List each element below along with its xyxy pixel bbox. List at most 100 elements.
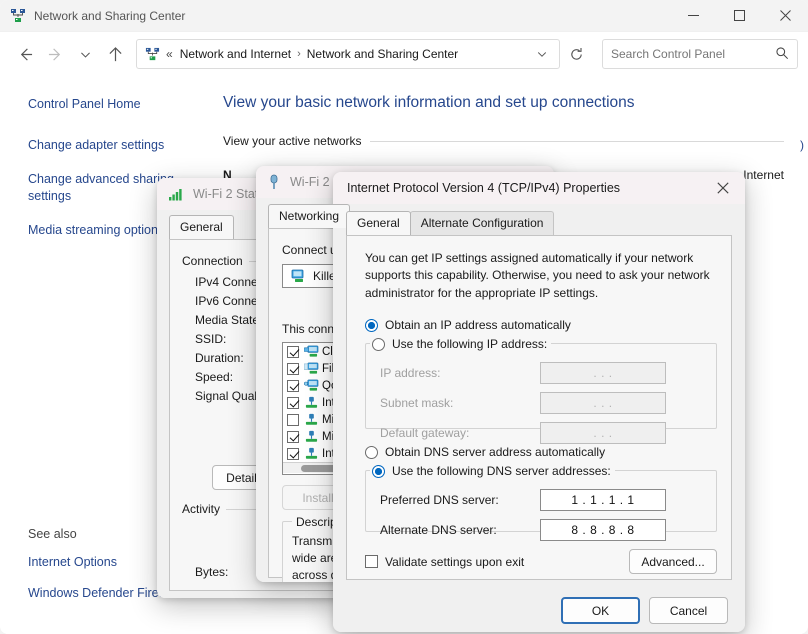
navigation-bar: « Network and Internet › Network and Sha… <box>0 32 808 76</box>
checkbox-validate-settings-indicator[interactable] <box>365 555 378 569</box>
nic-icon <box>291 269 307 283</box>
breadcrumb-network-icon <box>145 47 160 62</box>
heading-rule <box>369 140 784 142</box>
list-item-checkbox[interactable] <box>287 413 299 426</box>
alternate-dns-label: Alternate DNS server: <box>380 523 497 538</box>
maximize-button[interactable] <box>716 0 762 32</box>
sidebar-item-change-adapter-settings[interactable]: Change adapter settings <box>28 137 215 154</box>
preferred-dns-row: Preferred DNS server: 1 . 1 . 1 . 1 <box>380 489 716 512</box>
radio-obtain-ip-automatically[interactable]: Obtain an IP address automatically <box>365 318 715 332</box>
close-button[interactable] <box>762 0 808 32</box>
ip-address-input[interactable]: . . . <box>540 362 666 385</box>
manual-ip-group: Use the following IP address: IP address… <box>365 337 717 445</box>
list-item-checkbox[interactable] <box>287 396 299 409</box>
tcpip4-titlebar: Internet Protocol Version 4 (TCP/IPv4) P… <box>333 172 745 204</box>
ip-address-label: IP address: <box>380 366 441 381</box>
wifi-signal-icon <box>168 187 184 201</box>
list-item-checkbox[interactable] <box>287 430 299 443</box>
radio-use-following-dns-indicator[interactable] <box>372 464 385 478</box>
access-type-label: Internet <box>743 168 784 182</box>
sidebar-item-control-panel-home[interactable]: Control Panel Home <box>28 96 215 113</box>
breadcrumb-item-network-and-sharing-center[interactable]: Network and Sharing Center <box>307 47 458 61</box>
advanced-button[interactable]: Advanced... <box>629 549 717 575</box>
access-type-block: Internet <box>743 168 784 182</box>
address-dropdown-icon[interactable] <box>529 41 555 67</box>
breadcrumb-item-network-and-internet[interactable]: Network and Internet <box>180 47 291 61</box>
window-titlebar: Network and Sharing Center <box>0 0 808 32</box>
active-networks-label: View your active networks <box>223 134 362 148</box>
access-type-value[interactable]: ) <box>800 138 804 152</box>
radio-use-following-dns[interactable]: Use the following DNS server addresses: <box>370 464 615 479</box>
search-icon[interactable] <box>775 46 789 63</box>
radio-use-following-ip-label: Use the following IP address: <box>392 337 548 352</box>
breadcrumb-separator-icon: › <box>297 48 301 60</box>
close-icon[interactable] <box>700 172 745 204</box>
tab-general[interactable]: General <box>346 211 411 235</box>
page-title: View your basic network information and … <box>223 94 635 111</box>
radio-use-following-ip-indicator[interactable] <box>372 337 385 351</box>
alternate-dns-input[interactable]: 8 . 8 . 8 . 8 <box>540 519 666 542</box>
validate-advanced-row: Validate settings upon exit Advanced... <box>365 549 717 575</box>
subnet-mask-row: Subnet mask: . . . <box>380 392 716 415</box>
manual-dns-group: Use the following DNS server addresses: … <box>365 464 717 542</box>
search-box[interactable]: Search Control Panel <box>602 39 798 69</box>
tcpip4-body: General Alternate Configuration You can … <box>333 210 745 632</box>
radio-obtain-dns-automatically-indicator[interactable] <box>365 445 378 459</box>
cancel-button[interactable]: Cancel <box>649 597 728 624</box>
radio-obtain-dns-automatically-label: Obtain DNS server address automatically <box>385 445 606 460</box>
tab-general[interactable]: General <box>169 215 234 239</box>
tab-networking[interactable]: Networking <box>268 204 351 228</box>
default-gateway-row: Default gateway: . . . <box>380 422 716 445</box>
subnet-mask-label: Subnet mask: <box>380 396 454 411</box>
list-item-checkbox[interactable] <box>287 345 299 358</box>
back-button[interactable] <box>10 39 40 69</box>
radio-obtain-ip-automatically-label: Obtain an IP address automatically <box>385 318 571 333</box>
list-item-checkbox[interactable] <box>287 379 299 392</box>
tcpip4-tabpage: You can get IP settings assigned automat… <box>346 235 732 580</box>
list-item-checkbox[interactable] <box>287 447 299 460</box>
checkbox-validate-settings-label: Validate settings upon exit <box>385 554 525 569</box>
recent-locations-button[interactable] <box>70 39 100 69</box>
refresh-button[interactable] <box>562 39 590 69</box>
up-button[interactable] <box>100 39 130 69</box>
subnet-mask-input[interactable]: . . . <box>540 392 666 415</box>
network-sharing-icon <box>10 8 26 24</box>
qos-icon <box>304 379 319 392</box>
protocol-icon <box>304 430 319 443</box>
forward-button[interactable] <box>40 39 70 69</box>
window-title: Network and Sharing Center <box>34 8 186 23</box>
protocol-icon <box>304 447 319 460</box>
radio-use-following-dns-label: Use the following DNS server addresses: <box>392 464 611 479</box>
address-bar[interactable]: « Network and Internet › Network and Sha… <box>136 39 560 69</box>
checkbox-validate-settings[interactable]: Validate settings upon exit <box>365 555 524 569</box>
file-sharing-icon <box>304 362 319 375</box>
breadcrumb-overflow-icon[interactable]: « <box>166 47 173 61</box>
preferred-dns-input[interactable]: 1 . 1 . 1 . 1 <box>540 489 666 512</box>
search-input[interactable]: Search Control Panel <box>611 47 775 61</box>
radio-use-following-ip[interactable]: Use the following IP address: <box>370 337 552 352</box>
default-gateway-input[interactable]: . . . <box>540 422 666 445</box>
active-networks-heading: View your active networks <box>223 134 784 148</box>
alternate-dns-row: Alternate DNS server: 8 . 8 . 8 . 8 <box>380 519 716 542</box>
intro-text: You can get IP settings assigned automat… <box>365 251 710 300</box>
bytes-label: Bytes: <box>195 565 229 579</box>
tcpip4-properties-dialog[interactable]: Internet Protocol Version 4 (TCP/IPv4) P… <box>333 172 745 632</box>
list-item-checkbox[interactable] <box>287 362 299 375</box>
connection-group-label: Connection <box>182 254 243 268</box>
ok-button[interactable]: OK <box>561 597 640 624</box>
activity-group-label: Activity <box>182 502 221 516</box>
preferred-dns-label: Preferred DNS server: <box>380 493 499 508</box>
window-controls <box>670 0 808 32</box>
tcpip4-title: Internet Protocol Version 4 (TCP/IPv4) P… <box>347 181 621 195</box>
sidebar-item-change-advanced-sharing-settings[interactable]: Change advanced sharing settings <box>28 171 178 205</box>
tab-alternate-configuration[interactable]: Alternate Configuration <box>409 211 555 235</box>
minimize-button[interactable] <box>670 0 716 32</box>
ip-address-row: IP address: . . . <box>380 362 716 385</box>
radio-obtain-ip-automatically-indicator[interactable] <box>365 318 378 332</box>
tcpip4-tabstrip: General Alternate Configuration <box>333 210 745 235</box>
protocol-icon <box>304 396 319 409</box>
client-icon <box>304 345 319 358</box>
tcpip4-button-row: OK Cancel <box>561 597 728 624</box>
default-gateway-label: Default gateway: <box>380 426 470 441</box>
radio-obtain-dns-automatically[interactable]: Obtain DNS server address automatically <box>365 445 715 459</box>
